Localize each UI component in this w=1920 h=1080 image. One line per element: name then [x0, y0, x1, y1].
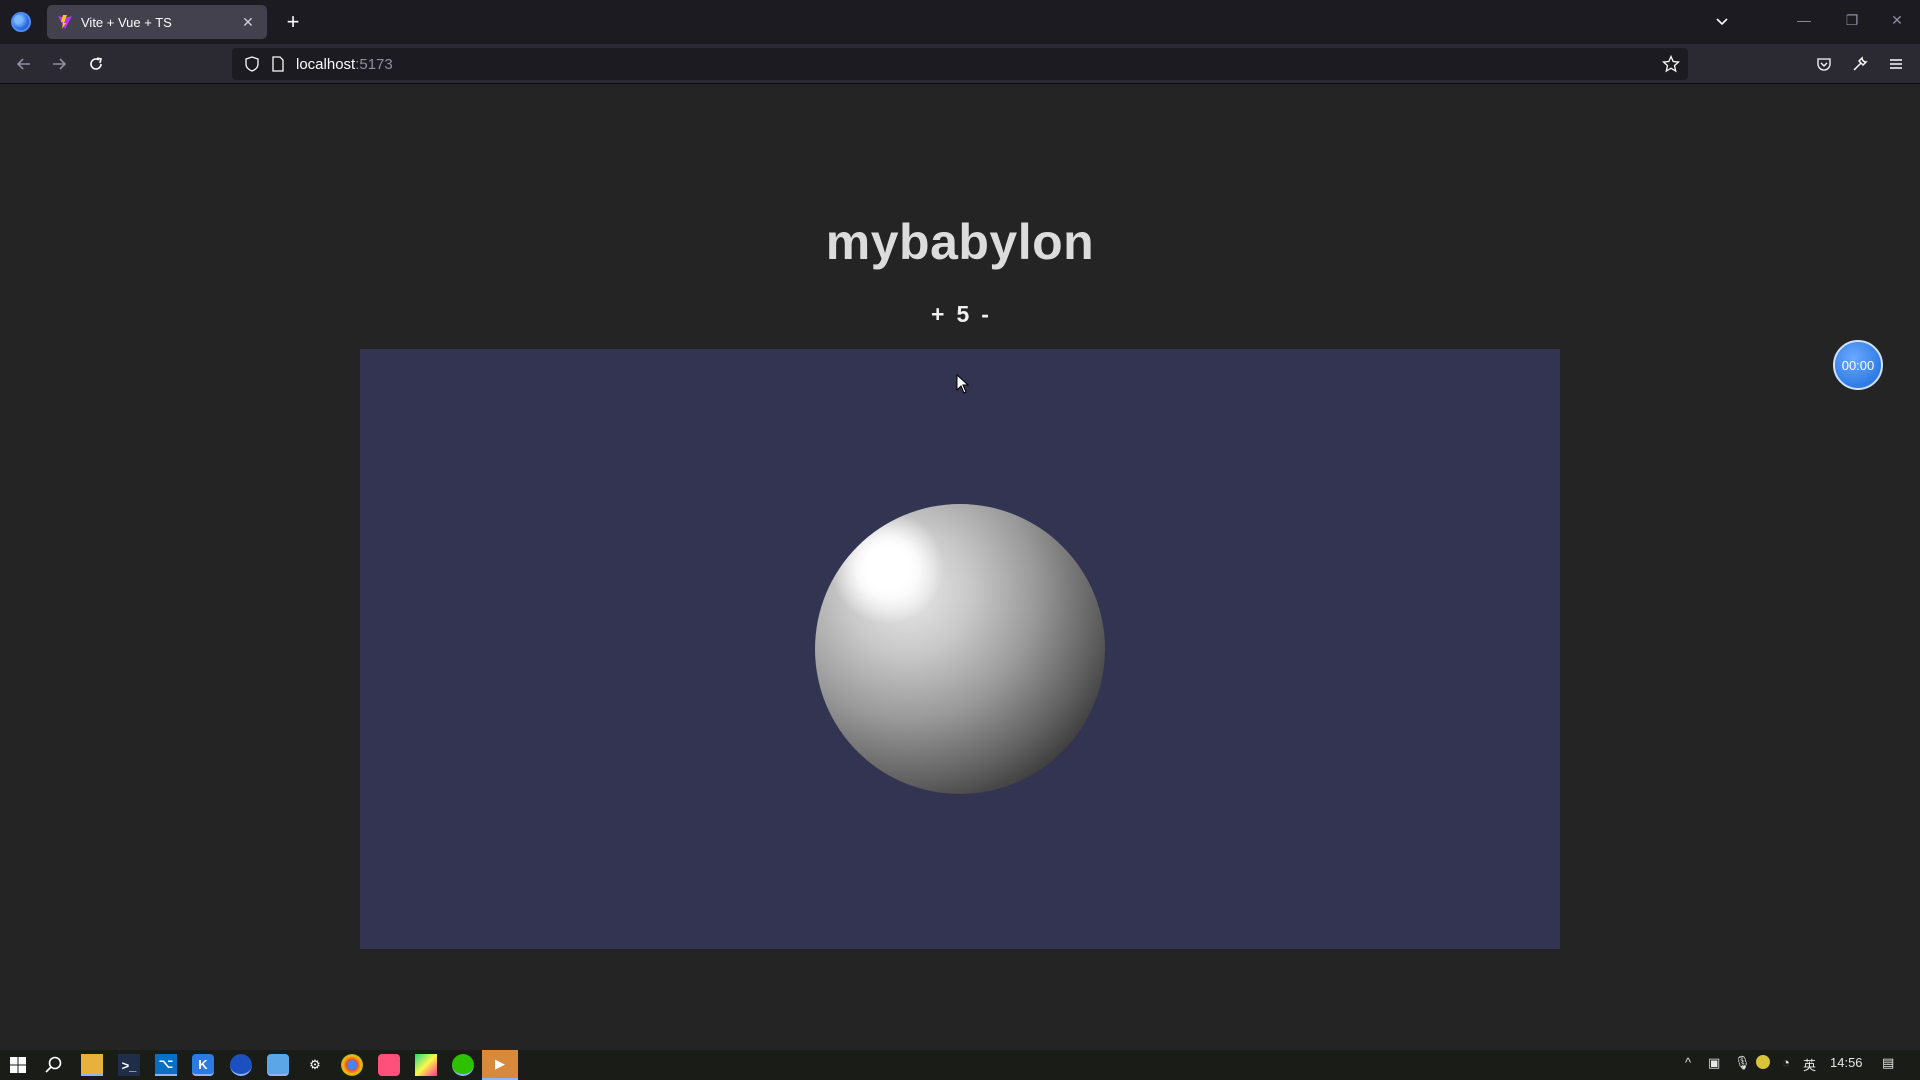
- wrench-icon: [1853, 56, 1868, 71]
- page-title: mybabylon: [825, 214, 1095, 270]
- microphone-icon[interactable]: 🎙: [1734, 1055, 1751, 1071]
- navigation-bar: localhost:5173: [0, 44, 1920, 84]
- chrome-icon[interactable]: [341, 1054, 363, 1076]
- url-bar[interactable]: localhost:5173: [232, 48, 1688, 80]
- wifi-icon[interactable]: ◔: [1782, 1055, 1790, 1070]
- mouse-cursor-icon: [956, 374, 970, 394]
- forward-button[interactable]: [48, 53, 70, 75]
- hamburger-icon: [1890, 59, 1902, 69]
- search-icon[interactable]: [43, 1054, 65, 1076]
- close-window-button[interactable]: ✕: [1887, 12, 1907, 29]
- close-tab-icon[interactable]: ✕: [239, 14, 257, 31]
- restore-button[interactable]: ❐: [1842, 12, 1862, 29]
- tools-button[interactable]: [1849, 53, 1871, 75]
- vscode-icon[interactable]: ⌥: [155, 1054, 177, 1076]
- file-explorer-icon[interactable]: [81, 1054, 103, 1076]
- increment-button[interactable]: +: [931, 301, 944, 328]
- timer-text: 00:00: [1841, 357, 1875, 373]
- decrement-button[interactable]: -: [981, 301, 989, 328]
- tray-app-icon[interactable]: [1756, 1055, 1770, 1069]
- input-language[interactable]: 英: [1803, 1055, 1816, 1074]
- app-window-icon[interactable]: [267, 1054, 289, 1076]
- taskbar: >_ ⌥ K ⚙ ▶ ^ ▣ 🎙 ◔ 英 14:56 ▤: [0, 1050, 1920, 1080]
- reload-icon: [90, 57, 102, 70]
- reload-button[interactable]: [85, 53, 107, 75]
- new-tab-button[interactable]: +: [279, 9, 307, 35]
- settings-gear-icon[interactable]: ⚙: [304, 1054, 326, 1076]
- recording-timer[interactable]: 00:00: [1833, 340, 1883, 390]
- chevron-down-icon[interactable]: [1711, 11, 1733, 33]
- star-icon[interactable]: [1662, 55, 1680, 73]
- firefox-taskbar-icon[interactable]: [230, 1054, 252, 1076]
- firefox-icon[interactable]: [11, 12, 31, 32]
- page-icon[interactable]: [270, 56, 286, 72]
- vite-icon: [58, 15, 72, 29]
- jetbrains-icon[interactable]: [415, 1054, 437, 1076]
- app-pink-icon[interactable]: [378, 1054, 400, 1076]
- terminal-icon[interactable]: >_: [118, 1054, 140, 1076]
- tab-vite-vue-ts[interactable]: Vite + Vue + TS ✕: [47, 5, 267, 39]
- windows-start-icon[interactable]: [7, 1054, 29, 1076]
- babylon-canvas[interactable]: [360, 349, 1560, 949]
- notifications-icon[interactable]: ▤: [1882, 1055, 1894, 1071]
- web-page: mybabylon + 5 - 00:00: [0, 85, 1920, 1080]
- minimize-button[interactable]: —: [1794, 12, 1814, 28]
- url-text: localhost:5173: [296, 56, 393, 73]
- pocket-icon: [1817, 58, 1831, 71]
- tab-title: Vite + Vue + TS: [81, 14, 172, 30]
- pocket-button[interactable]: [1813, 53, 1835, 75]
- tab-bar: Vite + Vue + TS ✕ + — ❐ ✕: [0, 0, 1920, 44]
- arrow-right-icon: [53, 58, 67, 70]
- arrow-left-icon: [16, 58, 30, 70]
- back-button[interactable]: [13, 53, 35, 75]
- menu-button[interactable]: [1885, 53, 1907, 75]
- counter: + 5 -: [0, 301, 1920, 328]
- clock[interactable]: 14:56: [1830, 1055, 1863, 1070]
- tray-chevron-up-icon[interactable]: ^: [1685, 1055, 1691, 1070]
- app-k-icon[interactable]: K: [192, 1054, 214, 1076]
- shield-icon[interactable]: [244, 56, 260, 72]
- recorder-app-icon[interactable]: ▶: [482, 1050, 518, 1080]
- wechat-icon[interactable]: [452, 1054, 474, 1076]
- url-host: localhost: [296, 55, 356, 73]
- screen: Vite + Vue + TS ✕ + — ❐ ✕ localhost:5173…: [0, 0, 1920, 1080]
- sphere-mesh: [815, 504, 1105, 794]
- tray-network-device-icon[interactable]: ▣: [1708, 1055, 1720, 1071]
- counter-value: 5: [956, 301, 970, 327]
- url-port: :5173: [355, 55, 393, 73]
